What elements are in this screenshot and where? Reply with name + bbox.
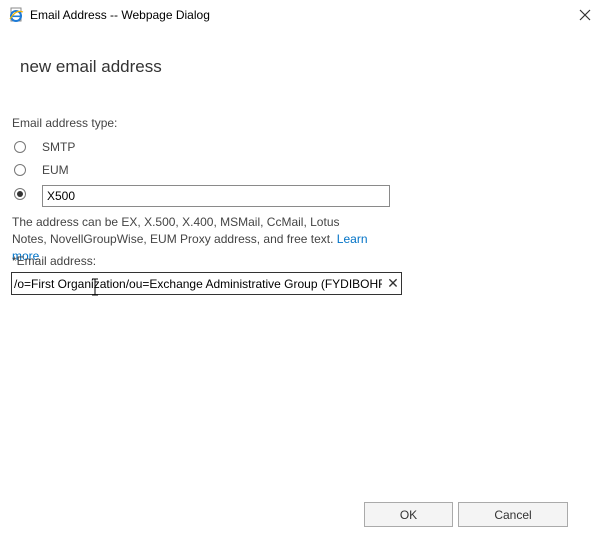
radio-button-smtp[interactable] <box>14 141 26 153</box>
radio-custom[interactable] <box>14 185 26 203</box>
page-title: new email address <box>20 57 162 76</box>
clear-icon[interactable]: ✕ <box>386 275 400 292</box>
radio-label-smtp: SMTP <box>42 140 76 154</box>
email-address-input[interactable] <box>14 274 382 293</box>
radio-button-custom[interactable] <box>14 188 26 200</box>
close-icon[interactable] <box>574 4 596 26</box>
window-title: Email Address -- Webpage Dialog <box>30 8 210 22</box>
ie-page-icon <box>9 7 24 22</box>
radio-eum[interactable]: EUM <box>14 161 69 179</box>
text-cursor-icon <box>92 278 98 296</box>
custom-type-input[interactable] <box>42 185 390 207</box>
email-address-field[interactable]: ✕ <box>11 272 402 295</box>
radio-label-eum: EUM <box>42 163 69 177</box>
title-bar: Email Address -- Webpage Dialog <box>0 0 598 30</box>
radio-button-eum[interactable] <box>14 164 26 176</box>
email-address-label: *Email address: <box>12 254 97 268</box>
address-type-label: Email address type: <box>12 116 118 130</box>
ok-button[interactable]: OK <box>364 502 453 527</box>
help-description: The address can be EX, X.500, X.400, MSM… <box>12 215 340 246</box>
radio-smtp[interactable]: SMTP <box>14 138 75 156</box>
cancel-button[interactable]: Cancel <box>458 502 568 527</box>
